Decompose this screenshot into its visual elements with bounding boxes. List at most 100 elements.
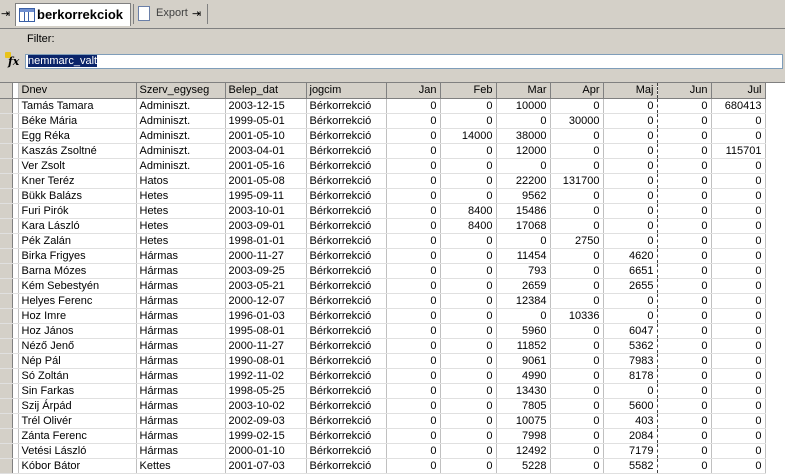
cell-maj[interactable]: 8178 [603,368,658,384]
table-row[interactable]: Szij Árpád Hármas 2003-10-02 Bérkorrekció 0 0… [0,398,766,414]
cell-jan[interactable]: 0 [386,203,441,219]
column-header-maj[interactable]: Maj [603,83,658,99]
cell-dnev[interactable]: Barna Mózes [18,263,137,279]
table-row[interactable]: Furi Pirók Hetes 2003-10-01 Bérkorrekció 0 84… [0,203,766,219]
table-row[interactable]: Barna Mózes Hármas 2003-09-25 Bérkorrekció 0… [0,263,766,279]
cell-szerv-egyseg[interactable]: Adminiszt. [136,143,226,159]
cell-jul[interactable]: 0 [711,383,766,399]
cell-apr[interactable]: 0 [550,203,604,219]
cell-belep-dat[interactable]: 2000-12-07 [225,293,307,309]
cell-feb[interactable]: 0 [440,278,497,294]
cell-jul[interactable]: 0 [711,458,766,474]
table-row[interactable]: Tamás Tamara Adminiszt. 2003-12-15 Bérkorre… [0,98,766,114]
cell-jul[interactable]: 0 [711,203,766,219]
cell-jul[interactable]: 0 [711,233,766,249]
cell-jun[interactable]: 0 [657,143,712,159]
cell-maj[interactable]: 0 [603,203,658,219]
cell-szerv-egyseg[interactable]: Adminiszt. [136,113,226,129]
row-indicator[interactable] [0,98,13,114]
cell-jogcim[interactable]: Bérkorrekció [306,98,387,114]
cell-jul[interactable]: 0 [711,173,766,189]
cell-jul[interactable]: 0 [711,413,766,429]
cell-jogcim[interactable]: Bérkorrekció [306,353,387,369]
table-row[interactable]: Kara László Hetes 2003-09-01 Bérkorrekció 0 8… [0,218,766,234]
cell-apr[interactable]: 0 [550,368,604,384]
row-indicator[interactable] [0,233,13,249]
cell-mar[interactable]: 22200 [496,173,551,189]
table-row[interactable]: Béke Mária Adminiszt. 1999-05-01 Bérkorrekc… [0,113,766,129]
cell-dnev[interactable]: Só Zoltán [18,368,137,384]
row-indicator[interactable] [0,278,13,294]
cell-dnev[interactable]: Hoz János [18,323,137,339]
cell-jan[interactable]: 0 [386,293,441,309]
cell-mar[interactable]: 7998 [496,428,551,444]
cell-dnev[interactable]: Trél Olivér [18,413,137,429]
cell-belep-dat[interactable]: 1992-11-02 [225,368,307,384]
cell-jan[interactable]: 0 [386,218,441,234]
cell-jun[interactable]: 0 [657,428,712,444]
cell-dnev[interactable]: Tamás Tamara [18,98,137,114]
cell-dnev[interactable]: Kner Teréz [18,173,137,189]
cell-mar[interactable]: 13430 [496,383,551,399]
cell-mar[interactable]: 9562 [496,188,551,204]
cell-apr[interactable]: 0 [550,458,604,474]
cell-szerv-egyseg[interactable]: Hetes [136,218,226,234]
cell-belep-dat[interactable]: 1998-05-25 [225,383,307,399]
cell-jun[interactable]: 0 [657,398,712,414]
cell-jun[interactable]: 0 [657,158,712,174]
cell-feb[interactable]: 0 [440,368,497,384]
cell-apr[interactable]: 0 [550,383,604,399]
cell-jogcim[interactable]: Bérkorrekció [306,203,387,219]
cell-apr[interactable]: 0 [550,353,604,369]
column-header-apr[interactable]: Apr [550,83,604,99]
cell-jul[interactable]: 0 [711,353,766,369]
table-row[interactable]: Kaszás Zsoltné Adminiszt. 2003-04-01 Bérkor… [0,143,766,159]
cell-feb[interactable]: 0 [440,338,497,354]
cell-maj[interactable]: 0 [603,113,658,129]
cell-dnev[interactable]: Kóbor Bátor [18,458,137,474]
cell-jogcim[interactable]: Bérkorrekció [306,338,387,354]
cell-belep-dat[interactable]: 2001-07-03 [225,458,307,474]
cell-jan[interactable]: 0 [386,323,441,339]
cell-jun[interactable]: 0 [657,203,712,219]
cell-szerv-egyseg[interactable]: Kettes [136,458,226,474]
cell-jul[interactable]: 0 [711,278,766,294]
cell-belep-dat[interactable]: 1999-05-01 [225,113,307,129]
cell-jogcim[interactable]: Bérkorrekció [306,278,387,294]
cell-jul[interactable]: 0 [711,158,766,174]
cell-jogcim[interactable]: Bérkorrekció [306,113,387,129]
cell-apr[interactable]: 0 [550,398,604,414]
cell-feb[interactable]: 8400 [440,203,497,219]
cell-maj[interactable]: 0 [603,308,658,324]
cell-jul[interactable]: 0 [711,218,766,234]
cell-jogcim[interactable]: Bérkorrekció [306,158,387,174]
cell-mar[interactable]: 17068 [496,218,551,234]
cell-jogcim[interactable]: Bérkorrekció [306,413,387,429]
cell-jan[interactable]: 0 [386,458,441,474]
table-row[interactable]: Kóbor Bátor Kettes 2001-07-03 Bérkorrekció 0… [0,458,766,474]
cell-apr[interactable]: 0 [550,323,604,339]
cell-jun[interactable]: 0 [657,443,712,459]
cell-belep-dat[interactable]: 2000-11-27 [225,338,307,354]
cell-jan[interactable]: 0 [386,158,441,174]
cell-jun[interactable]: 0 [657,188,712,204]
row-indicator[interactable] [0,128,13,144]
row-indicator[interactable] [0,248,13,264]
cell-feb[interactable]: 0 [440,173,497,189]
cell-jogcim[interactable]: Bérkorrekció [306,263,387,279]
cell-jul[interactable]: 0 [711,398,766,414]
cell-apr[interactable]: 131700 [550,173,604,189]
cell-dnev[interactable]: Nép Pál [18,353,137,369]
cell-jun[interactable]: 0 [657,458,712,474]
cell-jogcim[interactable]: Bérkorrekció [306,218,387,234]
cell-feb[interactable]: 0 [440,458,497,474]
cell-jogcim[interactable]: Bérkorrekció [306,308,387,324]
column-header-jun[interactable]: Jun [657,83,712,99]
cell-feb[interactable]: 0 [440,398,497,414]
function-icon[interactable]: fx [5,52,21,70]
row-indicator[interactable] [0,428,13,444]
cell-mar[interactable]: 12384 [496,293,551,309]
cell-feb[interactable]: 0 [440,353,497,369]
cell-szerv-egyseg[interactable]: Hetes [136,188,226,204]
cell-feb[interactable]: 0 [440,263,497,279]
